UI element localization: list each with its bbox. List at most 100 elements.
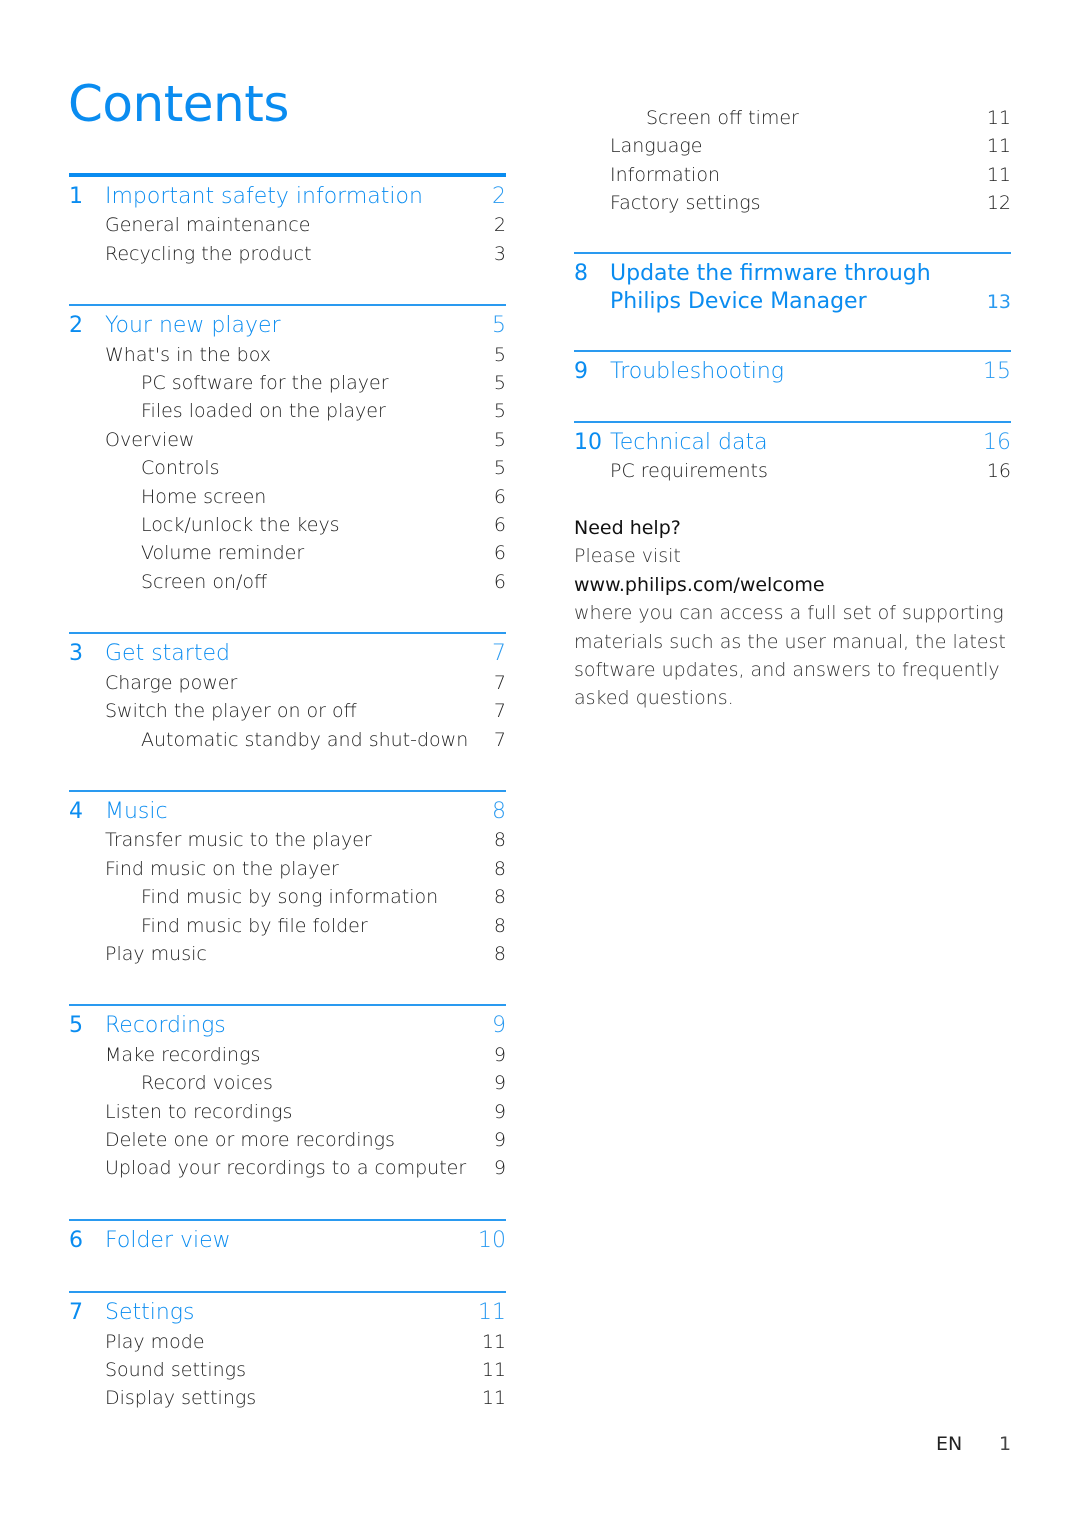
toc-entry[interactable]: Upload your recordings to a computer 9	[69, 1154, 506, 1182]
toc-entry[interactable]: Find music on the player 8	[69, 855, 506, 883]
toc-entry[interactable]: Sound settings 11	[69, 1356, 506, 1384]
toc-section: 7 Settings 11 Play mode 11 Sound settings 11 Di…	[69, 1291, 506, 1413]
toc-entry[interactable]: Screen on/off 6	[69, 568, 506, 596]
toc-chapter-heading[interactable]: 7 Settings 11	[69, 1299, 506, 1327]
toc-chapter-heading[interactable]: 5 Recordings 9	[69, 1012, 506, 1040]
toc-entry-page: 7	[493, 700, 506, 723]
toc-entry[interactable]: General maintenance 2	[69, 211, 506, 239]
chapter-number: 10	[574, 429, 602, 455]
toc-entry-page: 8	[493, 857, 506, 880]
toc-entry-label: Automatic standby and shut-down	[141, 728, 469, 751]
chapter-title: Get started	[105, 641, 230, 667]
toc-section: 2 Your new player 5 What's in the box 5 PC so…	[69, 304, 506, 596]
toc-entry[interactable]: Find music by file folder 8	[69, 912, 506, 940]
section-divider	[69, 1004, 506, 1007]
toc-entry[interactable]: Screen off timer 11	[574, 104, 1011, 132]
toc-entry-page: 11	[481, 1330, 506, 1353]
help-body-line: where you can access a full set of suppo…	[574, 602, 1004, 625]
toc-entry[interactable]: What's in the box 5	[69, 341, 506, 369]
toc-entry[interactable]: Volume reminder 6	[69, 539, 506, 567]
toc-entry[interactable]: Home screen 6	[69, 483, 506, 511]
toc-entry-page: 7	[493, 728, 506, 751]
toc-entry[interactable]: PC software for the player 5	[69, 369, 506, 397]
toc-chapter-heading[interactable]: 2 Your new player 5	[69, 312, 506, 340]
toc-entry[interactable]: Listen to recordings 9	[69, 1098, 506, 1126]
toc-entry[interactable]: Information 11	[574, 161, 1011, 189]
toc-entry-label: Play mode	[105, 1330, 205, 1353]
section-divider	[574, 420, 1011, 423]
toc-entry-page: 7	[493, 671, 506, 694]
chapter-page: 8	[492, 798, 506, 824]
toc-entry-page: 9	[493, 1128, 506, 1151]
toc-entry-page: 2	[493, 214, 506, 237]
toc-entry[interactable]: Switch the player on or off 7	[69, 697, 506, 725]
chapter-number: 3	[69, 641, 83, 667]
toc-entry-label: PC software for the player	[141, 372, 389, 395]
toc-chapter-heading[interactable]: 10 Technical data 16	[574, 429, 1011, 457]
section-divider	[69, 632, 506, 635]
toc-entry-label: Charge power	[105, 671, 238, 694]
toc-chapter-heading[interactable]: 4 Music 8	[69, 798, 506, 826]
toc-entry-label: PC requirements	[610, 460, 768, 483]
toc-chapter-heading[interactable]: 1 Important safety information 2	[69, 183, 506, 211]
toc-entry-label: Record voices	[141, 1072, 273, 1095]
toc-chapter-heading[interactable]: 9 Troubleshooting 15	[574, 358, 1011, 386]
toc-entry-label: Make recordings	[105, 1043, 261, 1066]
toc-entry[interactable]: Automatic standby and shut-down 7	[69, 726, 506, 754]
toc-entry-label: Find music by file folder	[141, 914, 368, 937]
toc-entry[interactable]: Transfer music to the player 8	[69, 826, 506, 854]
toc-entry[interactable]: Display settings 11	[69, 1384, 506, 1412]
toc-entry[interactable]: Language 11	[574, 132, 1011, 160]
toc-entry-page: 8	[493, 914, 506, 937]
help-heading: Need help?	[574, 517, 681, 539]
toc-entry-page: 16	[986, 460, 1011, 483]
toc-entry-label: Screen on/off	[141, 570, 268, 593]
toc-entry[interactable]: Factory settings 12	[574, 189, 1011, 217]
chapter-number: 7	[69, 1300, 83, 1326]
toc-entry-page: 8	[493, 942, 506, 965]
toc-entry-label: Information	[610, 163, 720, 186]
toc-entry-page: 6	[493, 570, 506, 593]
toc-entry[interactable]: PC requirements 16	[574, 457, 1011, 485]
toc-entry-page: 12	[986, 192, 1011, 215]
toc-entry[interactable]: Recycling the product 3	[69, 240, 506, 268]
help-body-line: software updates, and answers to frequen…	[574, 659, 1000, 682]
toc-chapter-heading[interactable]: 6 Folder view 10	[69, 1227, 506, 1255]
toc-entry-label: What's in the box	[105, 343, 272, 366]
toc-entry[interactable]: Controls 5	[69, 454, 506, 482]
toc-entry-page: 5	[493, 343, 506, 366]
toc-entry[interactable]: Play music 8	[69, 940, 506, 968]
toc-entry[interactable]: Play mode 11	[69, 1328, 506, 1356]
toc-entry-label: Lock/unlock the keys	[141, 514, 340, 537]
help-body-line: asked questions.	[574, 687, 734, 710]
section-divider	[69, 304, 506, 307]
toc-section: 1 Important safety information 2 General ma…	[69, 173, 506, 268]
help-visit-text: Please visit	[574, 545, 681, 568]
toc-chapter-heading[interactable]: 8 Update the firmware through Philips Devi…	[574, 260, 1011, 317]
toc-entry[interactable]: Files loaded on the player 5	[69, 397, 506, 425]
toc-entry-label: Screen off timer	[646, 107, 799, 129]
help-url-link[interactable]: www.philips.com/welcome	[574, 571, 1014, 599]
toc-entry[interactable]: Record voices 9	[69, 1069, 506, 1097]
toc-entry[interactable]: Overview 5	[69, 426, 506, 454]
toc-chapter-heading[interactable]: 3 Get started 7	[69, 640, 506, 668]
chapter-number: 2	[69, 313, 83, 339]
chapter-page: 9	[492, 1013, 506, 1039]
toc-entry-page: 11	[986, 163, 1011, 186]
toc-entry[interactable]: Make recordings 9	[69, 1041, 506, 1069]
toc-entry-label: Transfer music to the player	[105, 829, 372, 852]
toc-section-continued: Screen off timer 11 Language 11 Information 1…	[574, 104, 1011, 218]
chapter-page: 15	[983, 359, 1011, 385]
chapter-title: Music	[105, 798, 168, 824]
toc-entry-page: 6	[493, 514, 506, 537]
toc-entry-page: 11	[986, 107, 1011, 129]
toc-entry-page: 8	[493, 886, 506, 909]
toc-entry[interactable]: Delete one or more recordings 9	[69, 1126, 506, 1154]
help-body-line: materials such as the user manual, the l…	[574, 630, 1006, 653]
toc-entry[interactable]: Charge power 7	[69, 669, 506, 697]
toc-entry-page: 11	[986, 135, 1011, 158]
toc-section: 8 Update the firmware through Philips Devi…	[574, 251, 1011, 317]
toc-entry[interactable]: Find music by song information 8	[69, 883, 506, 911]
toc-section: 9 Troubleshooting 15	[574, 350, 1011, 386]
toc-entry[interactable]: Lock/unlock the keys 6	[69, 511, 506, 539]
